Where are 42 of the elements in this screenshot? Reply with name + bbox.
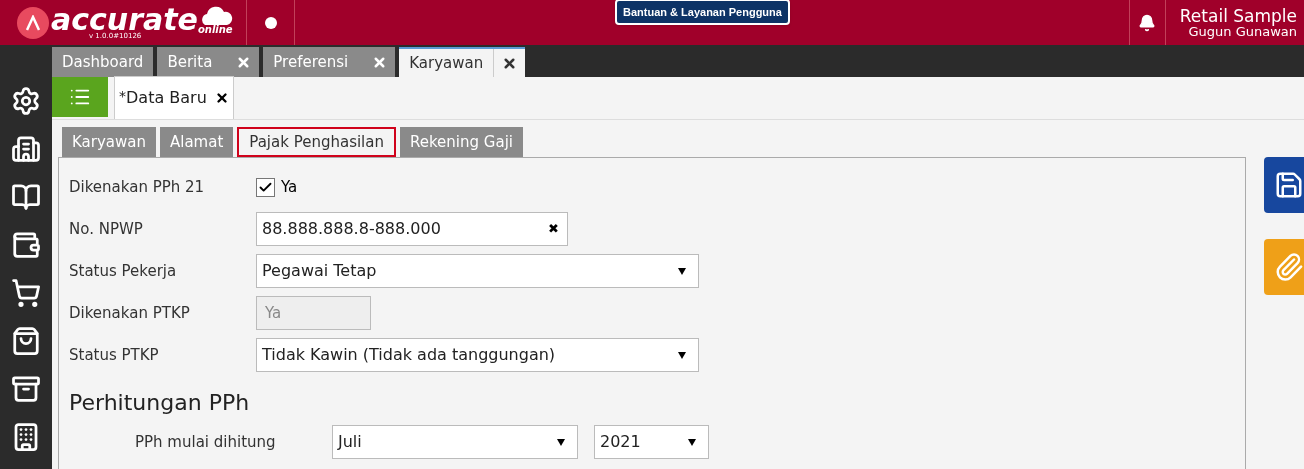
form-tab[interactable]: Pajak Penghasilan <box>237 127 396 157</box>
dropdown-caret-icon <box>678 351 686 359</box>
close-icon[interactable] <box>214 91 229 105</box>
field-label: Status PTKP <box>68 344 160 366</box>
npwp-field[interactable]: 88.888.888.8-888.000 ✖ <box>256 212 568 246</box>
clear-icon[interactable]: ✖ <box>548 219 559 239</box>
save-button[interactable] <box>1264 157 1304 213</box>
list-view-button[interactable] <box>52 77 108 117</box>
checkbox-label: Ya <box>281 176 298 198</box>
sidebar-nav-icon[interactable] <box>11 278 41 308</box>
document-tab[interactable]: *Data Baru <box>114 76 234 119</box>
sidebar-nav-icon[interactable] <box>11 326 41 356</box>
section-title: Perhitungan PPh <box>68 389 251 417</box>
close-icon[interactable] <box>502 55 518 71</box>
help-button[interactable]: Bantuan & Layanan Pengguna <box>615 0 790 25</box>
field-label: Status Pekerja <box>68 260 178 282</box>
field-label: Dikenakan PTKP <box>68 302 191 324</box>
select-field[interactable]: Pegawai Tetap <box>256 254 699 288</box>
select-field[interactable]: 2021 <box>594 425 709 459</box>
sidebar-nav-icon[interactable] <box>11 182 41 212</box>
select-field[interactable]: Tidak Kawin (Tidak ada tanggungan) <box>256 338 699 372</box>
checkbox[interactable] <box>256 177 275 197</box>
sidebar-nav-icon[interactable] <box>11 374 41 404</box>
module-tab[interactable]: Karyawan <box>399 47 526 77</box>
user-name: Gugun Gunawan <box>1188 24 1297 38</box>
field-label: Dikenakan PPh 21 <box>68 176 206 198</box>
company-name: Retail Sample <box>1179 7 1297 25</box>
sidebar-nav-icon[interactable] <box>11 86 41 116</box>
logo-icon <box>17 6 49 39</box>
field-label: PPh mulai dihitung <box>134 431 277 453</box>
notification-bell-icon[interactable] <box>1138 13 1157 32</box>
dropdown-caret-icon <box>678 267 686 275</box>
dropdown-caret-icon <box>557 438 565 446</box>
logo-subtext: online <box>197 25 233 35</box>
dropdown-caret-icon <box>688 438 696 446</box>
save-icon <box>1274 170 1304 200</box>
readonly-field: Ya <box>256 296 371 330</box>
select-field[interactable]: Juli <box>332 425 578 459</box>
sidebar-nav-icon[interactable] <box>11 230 41 260</box>
paperclip-icon <box>1274 252 1304 282</box>
field-label: No. NPWP <box>68 218 144 240</box>
sidebar-nav-icon[interactable] <box>11 134 41 164</box>
